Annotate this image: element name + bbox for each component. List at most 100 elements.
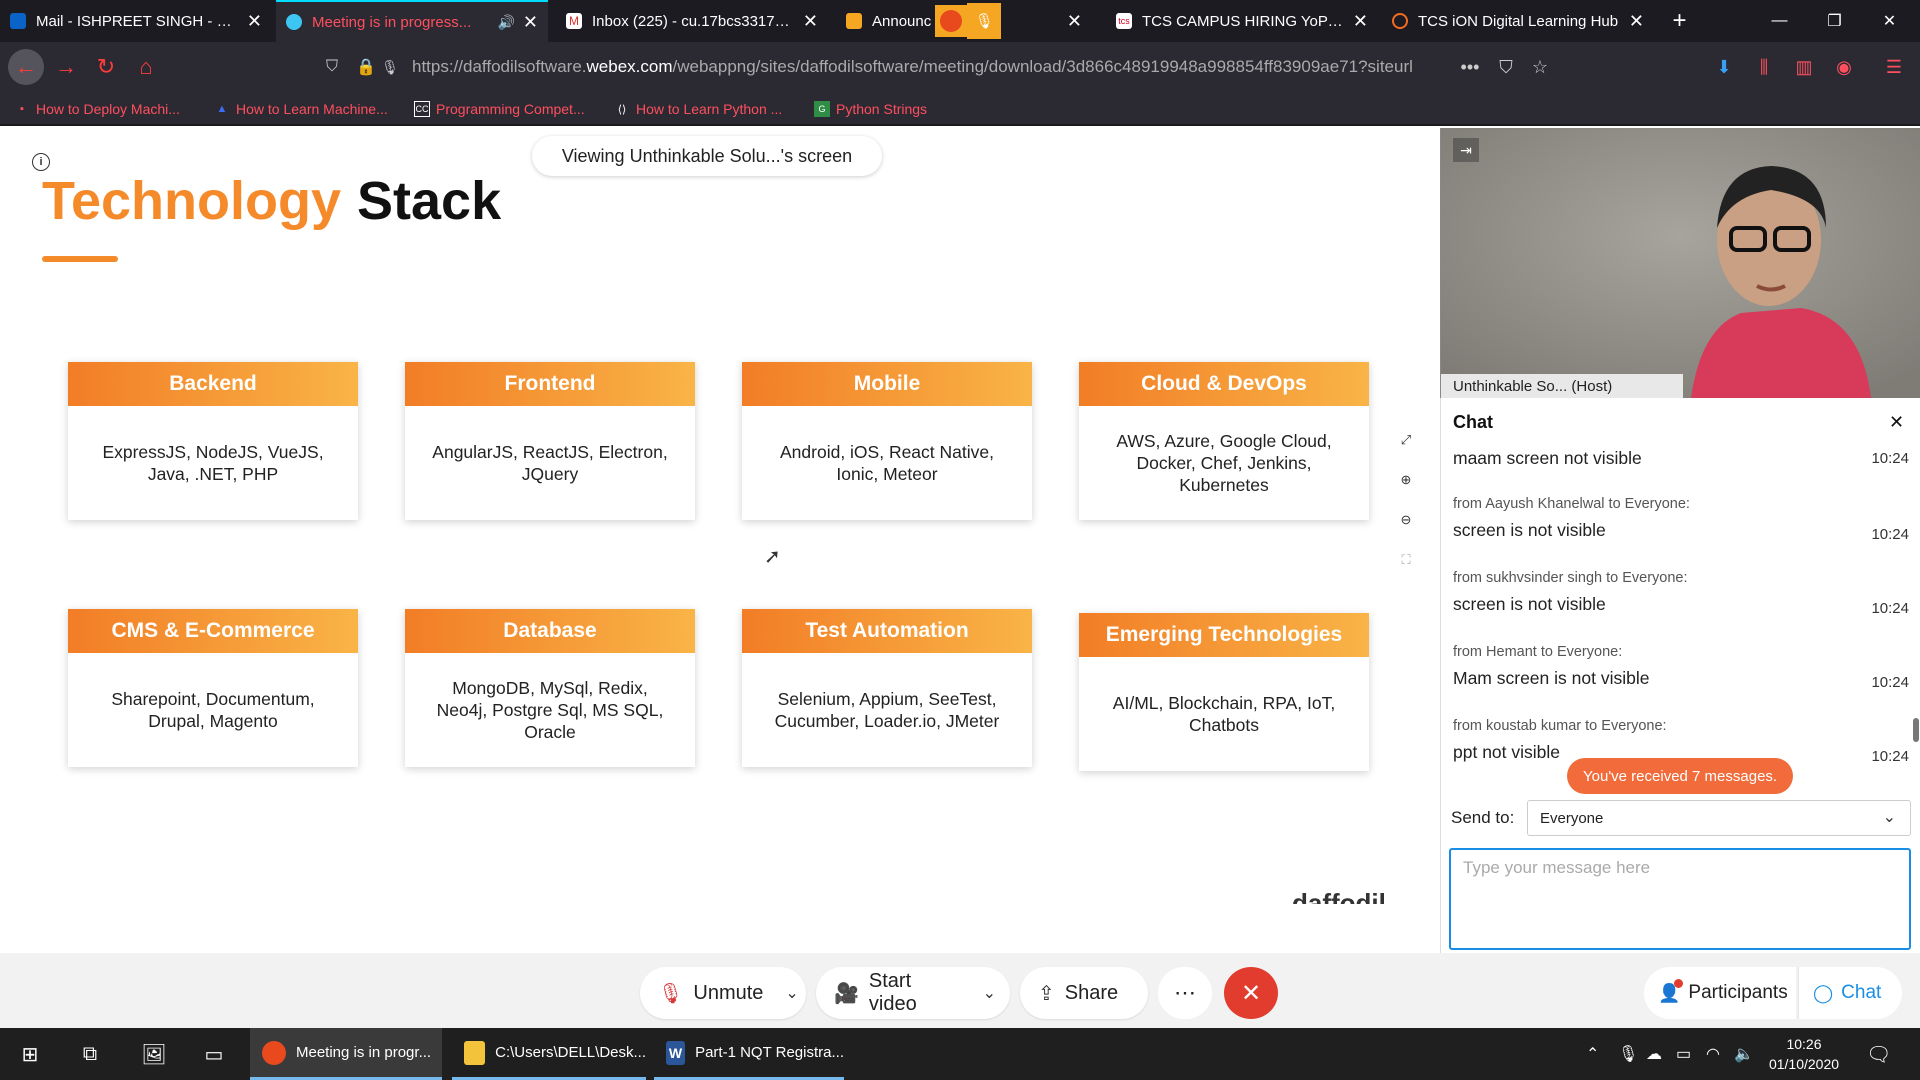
card-body: AWS, Azure, Google Cloud, Docker, Chef, … [1116,431,1332,495]
battery-icon[interactable]: ▭ [1676,1028,1691,1080]
terminal-icon[interactable]: ▭ [198,1038,230,1070]
zoom-in-icon[interactable]: ⊕ [1396,470,1416,490]
close-icon[interactable]: ✕ [523,12,538,33]
close-icon[interactable]: ✕ [247,11,262,32]
start-video-button[interactable]: 🎥 Start video ⌄ [816,967,1010,1019]
cc-icon: CC [414,101,430,117]
taskbar-app-explorer[interactable]: C:\Users\DELL\Desk... [452,1028,646,1080]
chat-message: from Aayush Khanelwal to Everyone: scree… [1453,496,1909,543]
restore-icon[interactable]: ❐ [1807,0,1862,42]
new-messages-toast[interactable]: You've received 7 messages. [1567,758,1794,794]
leave-meeting-button[interactable]: ✕ [1224,967,1278,1019]
tab-label: TCS CAMPUS HIRING YoP 2021 [1142,12,1345,30]
minimize-icon[interactable]: — [1752,0,1807,42]
chevron-down-icon[interactable]: ⌄ [785,983,798,1003]
collapse-panel-icon[interactable]: ⇥ [1453,138,1479,162]
bookmark-item[interactable]: G Python Strings [814,98,927,120]
star-bookmark-icon[interactable]: ☆ [1524,51,1556,83]
forward-icon[interactable]: → [50,51,82,83]
new-tab-icon[interactable]: + [1652,0,1707,42]
tab-webex-meeting[interactable]: Meeting is in progress... 🔊 ✕ [276,0,548,42]
close-icon[interactable]: ✕ [1629,11,1644,32]
bookmark-item[interactable]: ▲ How to Learn Machine... [214,98,388,120]
bookmark-item[interactable]: ▪ How to Deploy Machi... [14,98,180,120]
tab-outlook[interactable]: Mail - ISHPREET SINGH - Outl ✕ [0,0,272,42]
tech-card-emerging-technologies: Emerging Technologies AI/ML, Blockchain,… [1079,613,1369,771]
taskbar-clock[interactable]: 10:26 01/10/2020 [1764,1034,1844,1074]
window-close-icon[interactable]: ✕ [1862,0,1917,42]
chat-bubble-icon: ◯ [1813,982,1834,1003]
tab-label: Announc [872,12,932,30]
chat-message-text: screen is not visible [1453,594,1606,614]
chat-message-sender: from koustab kumar to Everyone: [1453,718,1667,734]
shield-icon[interactable]: ⛉ [316,51,348,83]
bookmark-item[interactable]: CC Programming Compet... [414,98,585,120]
close-icon[interactable]: ✕ [1067,11,1082,32]
start-video-label: Start video [868,970,917,1015]
back-icon[interactable]: ← [8,49,44,85]
triangle-logo-icon: ▲ [216,103,228,115]
wifi-icon[interactable]: ◠ [1706,1028,1720,1080]
share-button[interactable]: ⇪ Share [1020,967,1148,1019]
tab-gmail[interactable]: M Inbox (225) - cu.17bcs3317@g ✕ [556,0,828,42]
clock-time: 10:26 [1786,1036,1822,1052]
bookmark-label: How to Learn Python ... [636,101,783,117]
chat-button[interactable]: ◯ Chat [1798,967,1902,1019]
pocket-icon[interactable]: ⛉ [1490,51,1522,83]
onedrive-icon[interactable]: ☁ [1646,1028,1662,1080]
library-icon[interactable]: ⫼ [1748,51,1780,83]
notification-center-icon[interactable]: 🗨 [1866,1028,1891,1080]
tab-tcs-ion[interactable]: TCS iON Digital Learning Hub ✕ [1382,0,1654,42]
unmute-label: Unmute [693,981,764,1004]
close-icon[interactable]: ✕ [803,11,818,32]
info-icon[interactable]: i [32,153,50,171]
expand-icon[interactable]: ⤢ [1396,430,1416,450]
card-body: ExpressJS, NodeJS, VueJS, Java, .NET, PH… [102,442,324,484]
speaker-muted-icon[interactable]: 🔊 [497,14,514,31]
chevron-up-icon[interactable]: ⌃ [1586,1028,1599,1080]
participants-button[interactable]: 👤 Participants [1644,967,1796,1019]
url-bar[interactable]: https://daffodilsoftware.webex.com/webap… [412,50,1452,84]
sidebar-icon[interactable]: ▥ [1788,51,1820,83]
unmute-button[interactable]: 🎙 Unmute ⌄ [640,967,806,1019]
tab-label: Mail - ISHPREET SINGH - Outl [36,12,239,30]
menu-icon[interactable]: ☰ [1878,51,1910,83]
card-body: Sharepoint, Documentum, Drupal, Magento [111,689,315,731]
account-icon[interactable]: ◉ [1828,51,1860,83]
viewing-screen-label: Viewing Unthinkable Solu...'s screen [532,136,882,176]
pinned-app-icon[interactable]: 🖼 [138,1038,170,1070]
taskbar-app-word[interactable]: W Part-1 NQT Registra... [654,1028,844,1080]
zoom-out-icon[interactable]: ⊖ [1396,510,1416,530]
chevron-down-icon[interactable]: ⌄ [983,983,996,1003]
send-to-label: Send to: [1451,808,1515,827]
home-icon[interactable]: ⌂ [130,51,162,83]
chat-message-time: 10:24 [1871,526,1909,543]
task-view-icon[interactable]: ⧉ [74,1038,106,1070]
reload-icon[interactable]: ↻ [90,51,122,83]
volume-icon[interactable]: 🔈 [1734,1028,1754,1080]
fit-screen-icon[interactable]: ⛶ [1396,550,1416,570]
microphone-permission-icon[interactable]: 🎙 [374,51,406,83]
chat-message-text: maam screen not visible [1453,448,1642,468]
chat-message: maam screen not visible 10:24 [1453,448,1909,469]
windows-taskbar: ⊞ ⧉ 🖼 ▭ Meeting is in progr... C:\Users\… [0,1028,1920,1080]
bookmark-item[interactable]: ⟨⟩ How to Learn Python ... [614,98,783,120]
close-icon[interactable]: ✕ [1889,412,1904,433]
chat-scrollbar[interactable] [1913,718,1919,742]
taskbar-app-firefox[interactable]: Meeting is in progr... [250,1028,442,1080]
tab-tcs-hiring[interactable]: tcs TCS CAMPUS HIRING YoP 2021 ✕ [1106,0,1378,42]
close-icon[interactable]: ✕ [1353,11,1368,32]
send-to-value: Everyone [1540,809,1604,827]
send-to-select[interactable]: Everyone ⌄ [1527,800,1911,836]
windows-start-icon[interactable]: ⊞ [14,1038,46,1070]
chat-message-input[interactable] [1449,848,1911,950]
download-icon[interactable]: ⬇ [1708,51,1740,83]
page-actions-icon[interactable]: ••• [1454,51,1486,83]
chat-message-time: 10:24 [1871,748,1909,765]
host-role: (Host) [1571,377,1613,395]
more-options-button[interactable]: ⋯ [1158,967,1212,1019]
tab-announcement[interactable]: Announc 🎙 ✕ [836,0,1092,42]
video-feed-icon [1441,128,1920,398]
chat-label: Chat [1841,982,1882,1003]
microphone-tray-icon[interactable]: 🎙 [1618,1028,1638,1080]
